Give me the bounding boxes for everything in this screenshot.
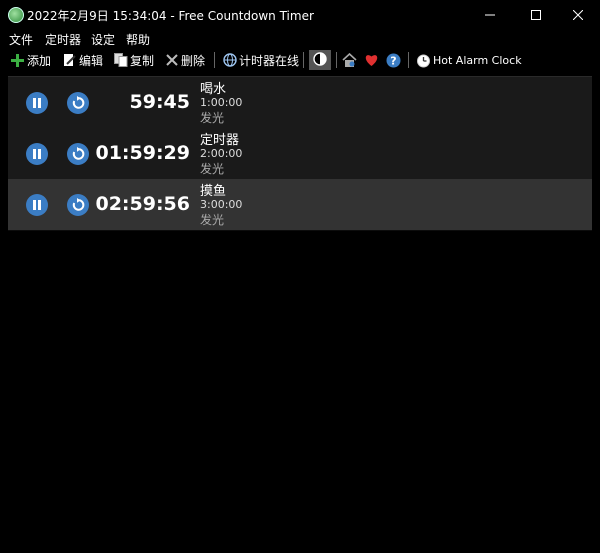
reset-icon bbox=[72, 96, 85, 109]
menu-file[interactable]: 文件 bbox=[9, 31, 33, 48]
edit-button[interactable]: 编辑 bbox=[62, 50, 103, 70]
reset-button[interactable] bbox=[67, 194, 89, 216]
pause-button[interactable] bbox=[26, 143, 48, 165]
home-icon bbox=[342, 52, 357, 68]
timer-online-button[interactable]: 计时器在线 bbox=[222, 50, 299, 70]
help-button[interactable]: ? bbox=[386, 50, 403, 70]
help-icon: ? bbox=[386, 53, 401, 68]
delete-label: 删除 bbox=[181, 53, 206, 68]
close-icon bbox=[573, 9, 583, 20]
home-button[interactable] bbox=[342, 50, 359, 70]
timer-online-label: 计时器在线 bbox=[239, 53, 300, 68]
minimize-icon bbox=[485, 14, 495, 15]
pause-icon bbox=[33, 149, 41, 159]
toolbar-divider bbox=[303, 52, 304, 68]
theme-toggle-button[interactable] bbox=[309, 50, 331, 70]
timer-duration: 2:00:00 bbox=[200, 147, 243, 160]
timer-sound: 发光 bbox=[200, 162, 225, 176]
pause-icon bbox=[33, 200, 41, 210]
delete-icon bbox=[164, 53, 179, 68]
menu-help[interactable]: 帮助 bbox=[126, 31, 150, 48]
timer-sound: 发光 bbox=[200, 111, 225, 125]
timer-row[interactable]: 01:59:29 定时器 2:00:00 发光 bbox=[8, 128, 592, 180]
timer-sound: 发光 bbox=[200, 213, 225, 227]
alarm-clock-icon bbox=[416, 53, 431, 68]
timer-duration: 1:00:00 bbox=[200, 96, 243, 109]
menu-timer[interactable]: 定时器 bbox=[45, 31, 81, 48]
toolbar-divider bbox=[336, 52, 337, 68]
close-button[interactable] bbox=[556, 0, 600, 29]
timer-duration: 3:00:00 bbox=[200, 198, 243, 211]
timer-list: 59:45 喝水 1:00:00 发光 01:59:29 定时器 2:00:00… bbox=[8, 76, 592, 546]
pause-button[interactable] bbox=[26, 194, 48, 216]
contrast-icon bbox=[313, 51, 327, 69]
remaining-time: 59:45 bbox=[129, 91, 190, 113]
edit-icon bbox=[62, 53, 77, 68]
favorite-button[interactable] bbox=[364, 50, 381, 70]
timer-row[interactable]: 59:45 喝水 1:00:00 发光 bbox=[8, 77, 592, 129]
timer-row[interactable]: 02:59:56 摸鱼 3:00:00 发光 bbox=[8, 179, 592, 231]
remaining-time: 02:59:56 bbox=[95, 193, 190, 215]
maximize-button[interactable] bbox=[514, 0, 558, 29]
add-label: 添加 bbox=[27, 53, 52, 68]
hot-alarm-clock-label: Hot Alarm Clock bbox=[433, 53, 522, 67]
reset-button[interactable] bbox=[67, 143, 89, 165]
heart-icon bbox=[364, 53, 379, 68]
remaining-time: 01:59:29 bbox=[95, 142, 190, 164]
pause-button[interactable] bbox=[26, 92, 48, 114]
add-button[interactable]: 添加 bbox=[10, 50, 51, 70]
edit-label: 编辑 bbox=[79, 53, 104, 68]
pause-icon bbox=[33, 98, 41, 108]
svg-text:?: ? bbox=[390, 54, 396, 67]
hot-alarm-clock-button[interactable]: Hot Alarm Clock bbox=[416, 50, 522, 70]
globe-icon bbox=[222, 53, 237, 68]
toolbar: 添加 编辑 复制 删除 计时器在线 ? Hot Alarm Clock bbox=[0, 48, 600, 72]
timer-name: 摸鱼 bbox=[200, 184, 227, 199]
copy-label: 复制 bbox=[130, 53, 155, 68]
menu-settings[interactable]: 设定 bbox=[91, 31, 115, 48]
app-clock-icon[interactable] bbox=[8, 7, 24, 23]
reset-icon bbox=[72, 198, 85, 211]
menu-bar: 文件 定时器 设定 帮助 bbox=[0, 29, 600, 47]
minimize-button[interactable] bbox=[468, 0, 512, 29]
timer-name: 喝水 bbox=[200, 82, 227, 97]
toolbar-divider bbox=[408, 52, 409, 68]
plus-icon bbox=[10, 53, 25, 68]
copy-button[interactable]: 复制 bbox=[113, 50, 154, 70]
reset-icon bbox=[72, 147, 85, 160]
delete-button[interactable]: 删除 bbox=[164, 50, 205, 70]
timer-name: 定时器 bbox=[200, 133, 240, 148]
title-bar: 2022年2月9日 15:34:04 - Free Countdown Time… bbox=[0, 0, 600, 29]
reset-button[interactable] bbox=[67, 92, 89, 114]
toolbar-divider bbox=[214, 52, 215, 68]
maximize-icon bbox=[531, 9, 541, 20]
window-title: 2022年2月9日 15:34:04 - Free Countdown Time… bbox=[27, 9, 314, 23]
copy-icon bbox=[113, 53, 128, 68]
